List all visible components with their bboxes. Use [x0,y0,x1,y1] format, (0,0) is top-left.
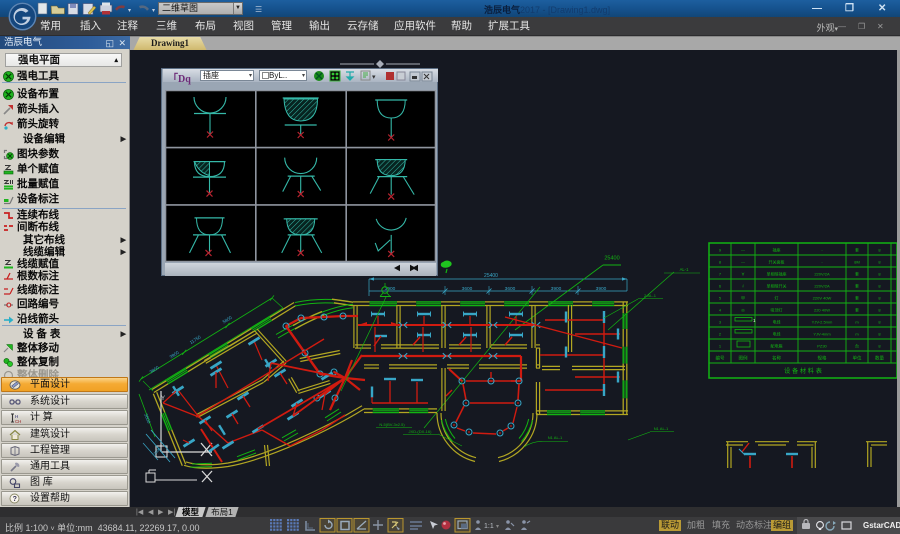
svg-text:25400: 25400 [484,273,498,279]
svg-text:开关面板: 开关面板 [769,259,785,265]
svg-text:3900: 3900 [551,286,562,292]
svg-text:5: 5 [719,296,722,301]
svg-text:图例: 图例 [739,355,748,362]
svg-text:电线: 电线 [773,331,781,337]
svg-text:8: 8 [719,260,722,265]
svg-text:2: 2 [719,332,722,337]
svg-text:7: 7 [719,272,722,277]
svg-text:YJV-4mm: YJV-4mm [813,332,831,337]
svg-text:—: — [741,260,745,265]
svg-text:∀: ∀ [742,272,745,277]
svg-text:25400: 25400 [604,256,619,262]
svg-text:8: 8 [878,272,881,277]
svg-text:套: 套 [855,247,859,253]
svg-text:3800: 3800 [149,365,161,375]
svg-text:3600: 3600 [505,286,516,292]
svg-text:3: 3 [719,320,722,325]
svg-text:套: 套 [855,283,859,289]
svg-text:▾: ▾ [372,74,376,81]
svg-text:电线: 电线 [773,319,781,325]
svg-text:N-5(BV-3x2.5): N-5(BV-3x2.5) [379,422,405,427]
svg-text:Y: Y [161,396,165,402]
svg-text:▾: ▾ [128,8,131,14]
svg-text:11750: 11750 [189,334,202,345]
svg-text:3900: 3900 [596,286,607,292]
svg-text:YJV-2.5mm: YJV-2.5mm [812,320,833,325]
svg-text:插座: 插座 [773,247,781,253]
svg-text:◎: ◎ [741,308,745,313]
svg-text:220V/2A: 220V/2A [814,284,830,289]
svg-text:套: 套 [855,295,859,301]
svg-text:m: m [855,320,859,325]
svg-text:数量: 数量 [875,355,884,362]
svg-text:2-AL-1: 2-AL-1 [644,293,657,298]
svg-text:9: 9 [719,248,722,253]
svg-text:配电箱: 配电箱 [771,343,783,349]
svg-text:CH: CH [15,419,21,424]
svg-text:√: √ [742,284,745,289]
svg-text:AL-1: AL-1 [680,267,690,272]
svg-text:220V/2A: 220V/2A [814,272,830,277]
svg-text:N1 AL-1: N1 AL-1 [548,435,563,440]
svg-text:6: 6 [719,284,722,289]
svg-text:8: 8 [878,320,881,325]
svg-text:▾: ▾ [152,8,155,14]
svg-text:JXD-(DX-16): JXD-(DX-16) [409,429,433,434]
svg-text:1: 1 [719,344,722,349]
svg-text:台: 台 [855,343,859,349]
svg-text:套: 套 [855,307,859,313]
svg-text:220V 40W: 220V 40W [813,296,832,301]
svg-text:-: - [821,260,823,265]
svg-text:单相暗开关: 单相暗开关 [767,283,787,289]
svg-text:3600: 3600 [462,286,473,292]
svg-text:220 40W: 220 40W [814,308,830,313]
svg-text:名称: 名称 [772,355,781,362]
svg-text:4: 4 [719,308,722,313]
svg-text:灯: 灯 [775,295,779,301]
svg-text:8: 8 [878,332,881,337]
svg-text:设 备 材 料 表: 设 备 材 料 表 [784,367,822,375]
svg-text:—: — [741,248,745,253]
svg-text:8: 8 [878,260,881,265]
svg-text:8: 8 [878,296,881,301]
svg-text:-: - [821,248,823,253]
svg-text:m: m [855,332,859,337]
svg-text:☰: ☰ [255,5,262,14]
svg-text:3600: 3600 [143,413,151,425]
svg-text:?: ? [13,496,17,503]
svg-text:8: 8 [878,284,881,289]
svg-text:8: 8 [878,344,881,349]
svg-text:▾: ▾ [496,524,499,530]
svg-text:8: 8 [878,308,881,313]
svg-text:8: 8 [878,248,881,253]
svg-text:PZ30: PZ30 [817,344,827,349]
svg-text:单相暗插座: 单相暗插座 [767,271,787,277]
svg-text:N1 AL-1: N1 AL-1 [654,426,669,431]
svg-text:1: 1 [753,318,756,323]
svg-text:甲: 甲 [741,296,745,301]
svg-text:1:1: 1:1 [484,523,494,530]
svg-text:单位: 单位 [853,355,862,362]
svg-text:吸顶灯: 吸顶灯 [771,307,783,313]
svg-text:规格: 规格 [818,355,827,362]
svg-text:套: 套 [855,271,859,277]
svg-text:8M: 8M [854,260,860,265]
svg-text:编号: 编号 [716,355,725,362]
